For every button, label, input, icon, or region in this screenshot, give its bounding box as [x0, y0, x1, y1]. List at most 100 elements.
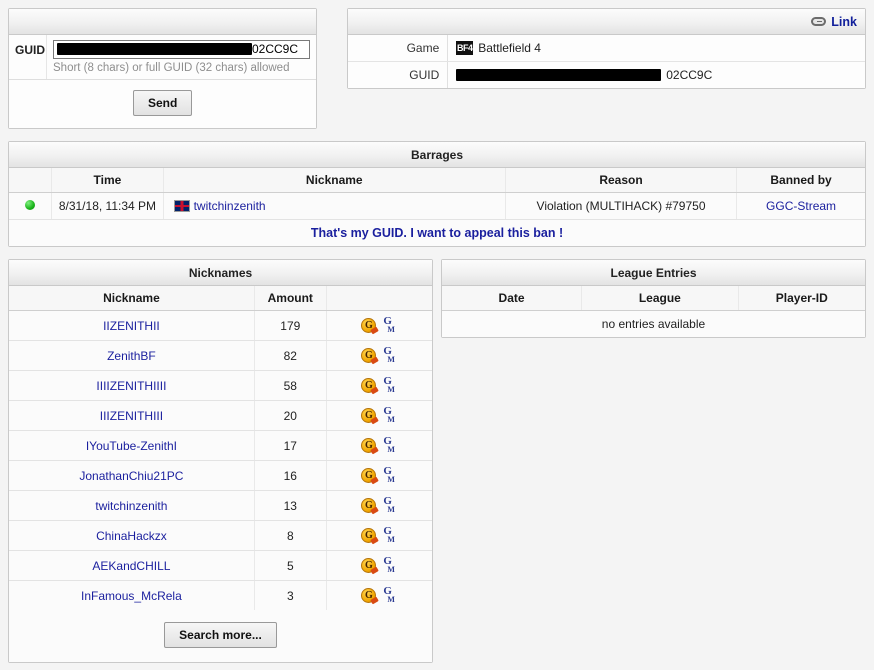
nickname-link[interactable]: ZenithBF	[107, 349, 156, 363]
league-empty-row: no entries available	[442, 310, 865, 337]
appeal-ban-link[interactable]: That's my GUID. I want to appeal this ba…	[311, 226, 563, 240]
nickname-cell: AEKandCHILL	[9, 550, 255, 581]
gm-stats-icon[interactable]: GM	[383, 346, 397, 365]
send-button[interactable]: Send	[132, 90, 193, 116]
link-action[interactable]: Link	[811, 15, 857, 29]
appeal-row: That's my GUID. I want to appeal this ba…	[9, 219, 865, 246]
nicknames-header-row: Nickname Amount	[9, 286, 432, 311]
row-actions-cell: G GM	[326, 340, 432, 371]
barrages-col-bannedby: Banned by	[736, 168, 865, 193]
nickname-cell: ZenithBF	[9, 340, 255, 371]
gm-stats-icon[interactable]: GM	[383, 436, 397, 455]
nickname-link[interactable]: IIIZENITHIII	[100, 409, 163, 423]
gameme-icon[interactable]: G	[361, 588, 377, 603]
nickname-link[interactable]: twitchinzenith	[95, 499, 167, 513]
nickname-link[interactable]: IIIIZENITHIIII	[96, 379, 166, 393]
amount-cell: 58	[254, 370, 327, 401]
gameme-icon[interactable]: G	[361, 558, 377, 573]
gameme-icon[interactable]: G	[361, 438, 377, 453]
gm-stats-icon[interactable]: GM	[383, 316, 397, 335]
gameme-icon[interactable]: G	[361, 378, 377, 393]
send-button-row: Send	[9, 80, 317, 128]
gm-stats-icon[interactable]: GM	[383, 526, 397, 545]
nickname-cell: IYouTube-ZenithI	[9, 430, 255, 461]
row-actions-cell: G GM	[326, 310, 432, 341]
table-row: JonathanChiu21PC 16 G G M	[9, 460, 432, 491]
league-title: League Entries	[442, 260, 865, 286]
game-row-key: Game	[348, 35, 449, 61]
gm-stats-icon[interactable]: GM	[383, 376, 397, 395]
nickname-link[interactable]: IYouTube-ZenithI	[86, 439, 177, 453]
gameme-icon[interactable]: G	[361, 498, 377, 513]
row-actions-cell: G GM	[326, 370, 432, 401]
game-row-value-wrap: BF4 Battlefield 4	[448, 35, 865, 61]
gameme-icon[interactable]: G	[361, 318, 377, 333]
table-row: IIIZENITHIII 20 G G M	[9, 400, 432, 431]
amount-cell: 5	[254, 550, 327, 581]
table-row: IIIIZENITHIIII 58 G G M	[9, 370, 432, 401]
nickname-link[interactable]: IIZENITHII	[103, 319, 160, 333]
nickname-link[interactable]: InFamous_McRela	[81, 589, 182, 603]
table-row: InFamous_McRela 3 G G M	[9, 580, 432, 610]
game-info-panel: Link Game BF4 Battlefield 4 GUID 02CC9C	[347, 8, 866, 89]
game-row: Game BF4 Battlefield 4	[348, 35, 865, 62]
guid-row-redaction-bar	[456, 69, 662, 81]
chain-link-icon	[811, 17, 827, 26]
table-row: 8/31/18, 11:34 PM twitchinzenith Violati…	[9, 192, 865, 220]
barrage-bannedby-cell: GGC-Stream	[736, 192, 865, 220]
nickname-cell: InFamous_McRela	[9, 580, 255, 610]
gm-stats-icon[interactable]: GM	[383, 556, 397, 575]
row-actions-cell: G GM	[326, 550, 432, 581]
nicknames-col-amount: Amount	[254, 286, 327, 311]
search-more-button[interactable]: Search more...	[164, 622, 277, 648]
nickname-cell: twitchinzenith	[9, 490, 255, 521]
link-label[interactable]: Link	[831, 15, 857, 29]
amount-cell: 20	[254, 400, 327, 431]
bf4-game-icon: BF4	[456, 41, 474, 55]
league-col-date: Date	[442, 286, 583, 311]
amount-cell: 17	[254, 430, 327, 461]
barrages-header-row: Time Nickname Reason Banned by	[9, 168, 865, 193]
guid-input-hint: Short (8 chars) or full GUID (32 chars) …	[53, 62, 290, 74]
nicknames-panel: Nicknames Nickname Amount IIZENITHII 179 G…	[8, 259, 433, 663]
appeal-cell: That's my GUID. I want to appeal this ba…	[9, 219, 865, 246]
league-table: Date League Player-ID no entries availab…	[442, 286, 865, 337]
guid-input-value: 02CC9C	[252, 42, 299, 56]
table-row: IIZENITHII 179 G G M	[9, 310, 432, 341]
guid-search-panel: GUID 02CC9C Short (8 chars) or full GUID…	[8, 8, 318, 129]
gm-stats-icon[interactable]: GM	[383, 496, 397, 515]
row-actions-cell: G GM	[326, 580, 432, 610]
gm-stats-icon[interactable]: GM	[383, 466, 397, 485]
gameme-icon[interactable]: G	[361, 528, 377, 543]
row-actions-cell: G GM	[326, 490, 432, 521]
status-online-icon	[25, 200, 36, 210]
nickname-link[interactable]: ChinaHackzx	[96, 529, 167, 543]
guid-field-label: GUID	[9, 35, 47, 79]
league-entries-panel: League Entries Date League Player-ID no …	[441, 259, 866, 338]
table-row: ZenithBF 82 G G M	[9, 340, 432, 371]
table-row: IYouTube-ZenithI 17 G G M	[9, 430, 432, 461]
game-panel-header: Link	[348, 9, 865, 35]
gameme-icon[interactable]: G	[361, 408, 377, 423]
gm-stats-icon[interactable]: GM	[383, 406, 397, 425]
barrages-table: Time Nickname Reason Banned by 8/31/18, …	[9, 168, 865, 246]
nickname-link[interactable]: AEKandCHILL	[92, 559, 170, 573]
game-row-value: Battlefield 4	[478, 41, 541, 55]
guid-input[interactable]: 02CC9C	[53, 40, 311, 59]
barrage-status-cell	[9, 192, 53, 220]
barrage-bannedby-link[interactable]: GGC-Stream	[766, 199, 836, 213]
row-actions-cell: G GM	[326, 460, 432, 491]
nicknames-col-actions	[326, 286, 432, 311]
guid-row: GUID 02CC9C	[348, 62, 865, 88]
barrages-col-time: Time	[51, 168, 164, 193]
amount-cell: 13	[254, 490, 327, 521]
barrage-nickname-link[interactable]: twitchinzenith	[194, 199, 266, 213]
guid-row-value-wrap: 02CC9C	[448, 62, 865, 88]
gm-stats-icon[interactable]: GM	[383, 586, 397, 605]
nickname-link[interactable]: JonathanChiu21PC	[79, 469, 183, 483]
nicknames-table: Nickname Amount IIZENITHII 179 G G M ZenithBF…	[9, 286, 432, 610]
gameme-icon[interactable]: G	[361, 468, 377, 483]
barrage-reason-cell: Violation (MULTIHACK) #79750	[505, 192, 738, 220]
amount-cell: 179	[254, 310, 327, 341]
gameme-icon[interactable]: G	[361, 348, 377, 363]
